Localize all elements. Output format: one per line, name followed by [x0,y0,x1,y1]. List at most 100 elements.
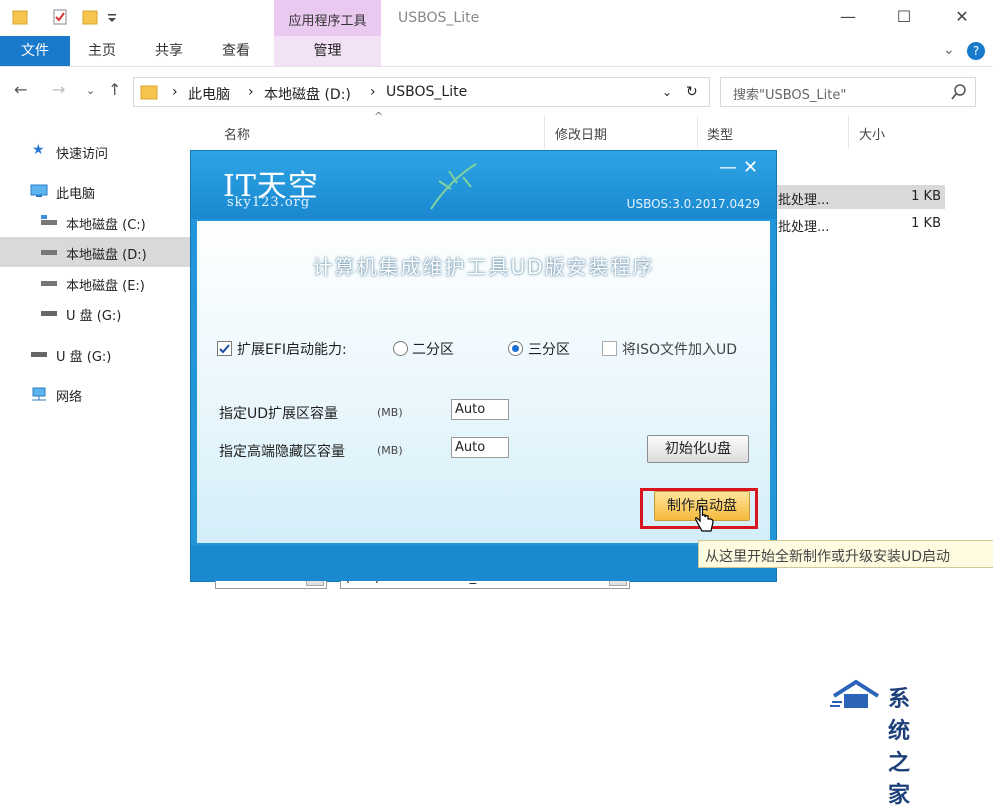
column-separator[interactable] [544,116,545,148]
crumb-separator-icon: › [370,84,376,100]
sidebar-item-quick-access[interactable]: ★ 快速访问 [0,136,199,166]
up-arrow-icon[interactable]: ↑ [108,80,121,99]
file-size: 1 KB [911,216,941,231]
network-icon [30,387,46,401]
ud-size-label: 指定UD扩展区容量 [219,406,339,422]
sidebar-item-this-pc[interactable]: 此电脑 [0,176,199,206]
init-usb-button[interactable]: 初始化U盘 [647,435,749,463]
search-input[interactable]: 搜索"USBOS_Lite" [720,77,976,107]
properties-icon[interactable] [52,8,68,26]
ribbon-tabs: 文件 主页 共享 查看 管理 ⌄ ? [0,36,993,67]
help-icon[interactable]: ? [967,42,985,60]
back-arrow-icon[interactable]: ← [14,80,27,99]
ud-size-unit: (MB) [377,406,403,419]
column-separator[interactable] [848,116,849,148]
context-tab-group: 应用程序工具 [274,0,381,36]
version-label: USBOS:3.0.2017.0429 [626,197,760,211]
ud-size-input[interactable]: Auto [451,399,509,420]
sidebar-item-usb-g-root[interactable]: U 盘 (G:) [0,339,199,369]
tooltip: 从这里开始全新制作或升级安装UD启动 [698,540,993,568]
search-placeholder: 搜索"USBOS_Lite" [733,88,847,103]
close-button[interactable]: ✕ [942,5,982,29]
hidden-size-unit: (MB) [377,444,403,457]
tab-home[interactable]: 主页 [88,36,116,66]
recent-locations-icon[interactable]: ⌄ [86,84,95,97]
tab-view[interactable]: 查看 [222,36,250,66]
efi-label: 扩展EFI启动能力: [237,342,347,358]
sidebar-item-label: 快速访问 [56,147,109,162]
column-header-type[interactable]: 类型 [707,124,733,143]
file-type: 批处理... [778,193,830,208]
tab-manage[interactable]: 管理 [274,36,381,66]
column-header-name[interactable]: 名称 [224,124,250,143]
dialog-close-button[interactable]: ✕ [743,157,758,178]
sidebar-item-drive-c[interactable]: 本地磁盘 (C:) [0,207,199,237]
dialog-header: IT天空 sky123.org USBOS:3.0.2017.0429 — ✕ [191,151,776,219]
sidebar-item-drive-e[interactable]: 本地磁盘 (E:) [0,268,199,298]
expand-ribbon-icon[interactable]: ⌄ [943,42,955,58]
dialog-minimize-button[interactable]: — [719,157,737,178]
iso-checkbox[interactable] [602,341,617,356]
radio-three-label: 三分区 [528,342,570,358]
navigation-pane: ★ 快速访问 此电脑 本地磁盘 (C:) 本地磁盘 (D:) 本地磁盘 (E:)… [0,110,199,721]
breadcrumb-this-pc[interactable]: 此电脑 [188,84,230,104]
sidebar-item-usb-g[interactable]: U 盘 (G:) [0,298,199,328]
breadcrumb-usbos-lite[interactable]: USBOS_Lite [386,84,467,100]
radio-three-partition[interactable] [508,341,523,356]
hidden-size-input[interactable]: Auto [451,437,509,458]
sidebar-item-label: U 盘 (G:) [66,309,122,324]
sidebar-item-label: 本地磁盘 (E:) [66,279,145,294]
sidebar-item-label: 网络 [56,390,83,405]
dialog-footer-bar [191,546,776,581]
title-bar: 应用程序工具 USBOS_Lite — ☐ ✕ [0,0,993,36]
dialog-heading: 计算机集成维护工具UD版安装程序 [312,255,655,279]
table-row[interactable]: 批处理... 1 KB [770,212,945,236]
tab-share[interactable]: 共享 [155,36,183,66]
usb-drive-icon [40,306,57,318]
computer-icon [30,184,48,197]
sidebar-item-label: 本地磁盘 (D:) [66,248,147,263]
window-title: USBOS_Lite [398,10,480,26]
iso-label: 将ISO文件加入UD [622,342,738,358]
radio-two-label: 二分区 [412,342,454,358]
chevron-down-icon[interactable]: ⌄ [662,85,672,99]
folder-icon [140,83,158,105]
column-header-size[interactable]: 大小 [859,124,885,143]
customize-toolbar-icon[interactable] [106,8,122,26]
hand-cursor-icon [694,505,716,539]
drive-icon [40,276,57,288]
folder-icon[interactable] [12,8,28,26]
house-logo-icon [830,678,886,714]
hidden-size-label: 指定高端隐藏区容量 [219,444,345,460]
file-size: 1 KB [911,189,941,204]
watermark-text: 系统之家 [888,687,912,808]
tab-file[interactable]: 文件 [0,36,70,66]
drive-icon [40,215,57,227]
table-row[interactable]: 批处理... 1 KB [770,185,945,209]
minimize-button[interactable]: — [828,5,868,29]
radio-two-partition[interactable] [393,341,408,356]
refresh-icon[interactable]: ↻ [686,84,698,100]
leaf-decoration-icon [421,159,481,215]
crumb-separator-icon: › [172,84,178,100]
sidebar-item-drive-d[interactable]: 本地磁盘 (D:) [0,237,199,267]
breadcrumb-drive-d[interactable]: 本地磁盘 (D:) [264,84,351,104]
sidebar-item-label: 本地磁盘 (C:) [66,218,146,233]
crumb-separator-icon: › [248,84,254,100]
address-bar[interactable]: › 此电脑 › 本地磁盘 (D:) › USBOS_Lite ⌄ ↻ [133,77,710,107]
address-bar-row: ← → ⌄ ↑ › 此电脑 › 本地磁盘 (D:) › USBOS_Lite ⌄… [0,72,993,110]
efi-checkbox[interactable] [217,341,232,356]
column-separator[interactable] [697,116,698,148]
maximize-button[interactable]: ☐ [884,5,924,29]
logo-subtitle: sky123.org [227,195,311,210]
sort-chevron-icon: ^ [374,110,384,123]
sidebar-item-network[interactable]: 网络 [0,379,199,409]
column-header-date[interactable]: 修改日期 [555,124,607,143]
forward-arrow-icon[interactable]: → [52,80,65,99]
search-icon[interactable] [951,84,967,104]
new-folder-icon[interactable] [82,8,98,26]
drive-icon [40,245,57,257]
sidebar-item-label: 此电脑 [56,187,96,202]
sidebar-item-label: U 盘 (G:) [56,350,112,365]
context-tab-label: 应用程序工具 [288,14,367,29]
